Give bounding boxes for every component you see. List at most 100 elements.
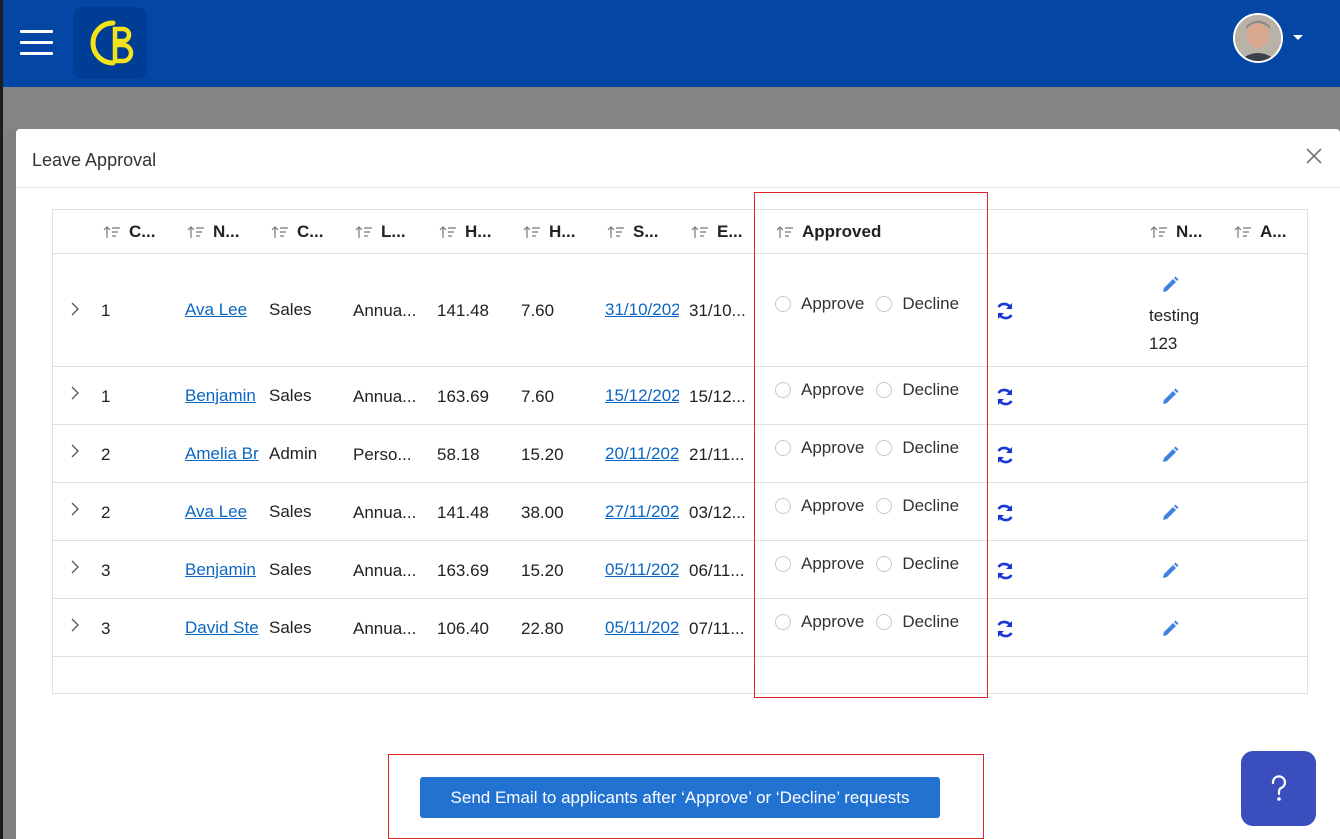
column-header[interactable]: E...	[691, 210, 743, 254]
refresh-icon[interactable]	[995, 503, 1015, 523]
chevron-right-icon[interactable]	[69, 386, 81, 400]
column-header[interactable]: S...	[607, 210, 659, 254]
table-row[interactable]: 3 Benjamin Sales Annua... 163.69 15.20 0…	[53, 541, 1307, 599]
column-header-approved[interactable]: Approved	[776, 210, 881, 254]
cell-leave-type: Annua...	[353, 387, 417, 406]
decline-radio[interactable]	[876, 614, 893, 630]
pencil-icon[interactable]	[1160, 619, 1180, 639]
approval-radio-group: Approve Decline	[775, 438, 971, 458]
table-row[interactable]: 3 David Ste Sales Annua... 106.40 22.80 …	[53, 599, 1307, 657]
approve-radio[interactable]	[775, 440, 791, 456]
decline-label[interactable]: Decline	[902, 438, 959, 458]
leave-approval-dialog: Leave Approval C... N... C... L... H... …	[16, 129, 1340, 839]
approve-radio[interactable]	[775, 382, 791, 398]
chevron-right-icon[interactable]	[69, 618, 81, 632]
employee-name-link[interactable]: Benjamin	[185, 560, 263, 580]
column-header[interactable]: H...	[439, 210, 491, 254]
decline-label[interactable]: Decline	[902, 380, 959, 400]
decline-radio[interactable]	[876, 556, 893, 572]
sort-icon	[271, 226, 288, 238]
approve-label[interactable]: Approve	[801, 554, 864, 574]
pencil-icon[interactable]	[1160, 387, 1180, 407]
refresh-icon[interactable]	[995, 561, 1015, 581]
cell-end-date: 15/12...	[689, 387, 746, 406]
start-date-link[interactable]: 31/10/202	[605, 300, 679, 320]
app-logo-icon[interactable]	[73, 7, 147, 79]
decline-radio[interactable]	[876, 440, 893, 456]
cell-c: 3	[101, 619, 111, 638]
column-label: N...	[213, 222, 240, 241]
decline-label[interactable]: Decline	[902, 612, 959, 632]
column-header[interactable]: H...	[523, 210, 575, 254]
refresh-icon[interactable]	[995, 387, 1015, 407]
decline-radio[interactable]	[876, 382, 893, 398]
approve-radio[interactable]	[775, 296, 791, 312]
approve-radio[interactable]	[775, 614, 791, 630]
sort-icon	[607, 226, 624, 238]
column-label: H...	[465, 222, 492, 241]
column-label: Approved	[802, 222, 882, 241]
employee-name-link[interactable]: Ava Lee	[185, 502, 263, 522]
employee-name-link[interactable]: Ava Lee	[185, 300, 263, 320]
chevron-right-icon[interactable]	[69, 502, 81, 516]
help-icon[interactable]	[1241, 751, 1316, 826]
chevron-right-icon[interactable]	[69, 444, 81, 458]
refresh-icon[interactable]	[995, 301, 1015, 321]
backdrop-overlay	[3, 87, 1340, 130]
start-date-link[interactable]: 20/11/202	[605, 444, 679, 464]
sort-icon	[103, 226, 120, 238]
cell-c: 3	[101, 561, 111, 580]
sort-icon	[776, 226, 793, 238]
decline-label[interactable]: Decline	[902, 496, 959, 516]
cell-hours-requested: 15.20	[521, 445, 564, 464]
note-text: testing 123	[1149, 302, 1199, 358]
approve-label[interactable]: Approve	[801, 380, 864, 400]
table-row[interactable]: 1 Benjamin Sales Annua... 163.69 7.60 15…	[53, 367, 1307, 425]
hamburger-menu-icon[interactable]	[20, 30, 54, 56]
approve-label[interactable]: Approve	[801, 294, 864, 314]
caret-down-icon[interactable]	[1293, 35, 1303, 40]
approve-label[interactable]: Approve	[801, 438, 864, 458]
cell-c: 2	[101, 445, 111, 464]
user-avatar[interactable]	[1233, 13, 1283, 63]
refresh-icon[interactable]	[995, 619, 1015, 639]
decline-radio[interactable]	[876, 498, 893, 514]
decline-label[interactable]: Decline	[902, 294, 959, 314]
chevron-right-icon[interactable]	[69, 560, 81, 574]
refresh-icon[interactable]	[995, 445, 1015, 465]
column-header[interactable]: A...	[1234, 210, 1286, 254]
approve-radio[interactable]	[775, 556, 791, 572]
cell-c: 1	[101, 301, 111, 320]
cell-hours: 141.48	[437, 503, 489, 522]
start-date-link[interactable]: 27/11/202	[605, 502, 679, 522]
table-row[interactable]: 1 Ava Lee Sales Annua... 141.48 7.60 31/…	[53, 254, 1307, 367]
column-header[interactable]: L...	[355, 210, 406, 254]
pencil-icon[interactable]	[1160, 445, 1180, 465]
table-row[interactable]: 2 Amelia Br Admin Perso... 58.18 15.20 2…	[53, 425, 1307, 483]
column-header[interactable]: N...	[187, 210, 239, 254]
decline-label[interactable]: Decline	[902, 554, 959, 574]
column-header[interactable]: N...	[1150, 210, 1202, 254]
start-date-link[interactable]: 05/11/202	[605, 560, 679, 580]
chevron-right-icon[interactable]	[69, 302, 81, 316]
cell-leave-type: Perso...	[353, 445, 412, 464]
pencil-icon[interactable]	[1160, 561, 1180, 581]
approve-radio[interactable]	[775, 498, 791, 514]
table-row[interactable]: 2 Ava Lee Sales Annua... 141.48 38.00 27…	[53, 483, 1307, 541]
decline-radio[interactable]	[876, 296, 893, 312]
approve-label[interactable]: Approve	[801, 496, 864, 516]
employee-name-link[interactable]: Benjamin	[185, 386, 263, 406]
close-icon[interactable]	[1304, 146, 1324, 166]
cell-end-date: 21/11...	[689, 445, 745, 464]
column-header[interactable]: C...	[271, 210, 323, 254]
column-label: C...	[129, 222, 156, 241]
pencil-icon[interactable]	[1160, 503, 1180, 523]
start-date-link[interactable]: 15/12/202	[605, 386, 679, 406]
employee-name-link[interactable]: Amelia Br	[185, 444, 263, 464]
start-date-link[interactable]: 05/11/202	[605, 618, 679, 638]
employee-name-link[interactable]: David Ste	[185, 618, 263, 638]
column-header[interactable]: C...	[103, 210, 155, 254]
send-email-button[interactable]: Send Email to applicants after ‘Approve’…	[420, 777, 940, 818]
pencil-icon[interactable]	[1160, 275, 1180, 295]
approve-label[interactable]: Approve	[801, 612, 864, 632]
